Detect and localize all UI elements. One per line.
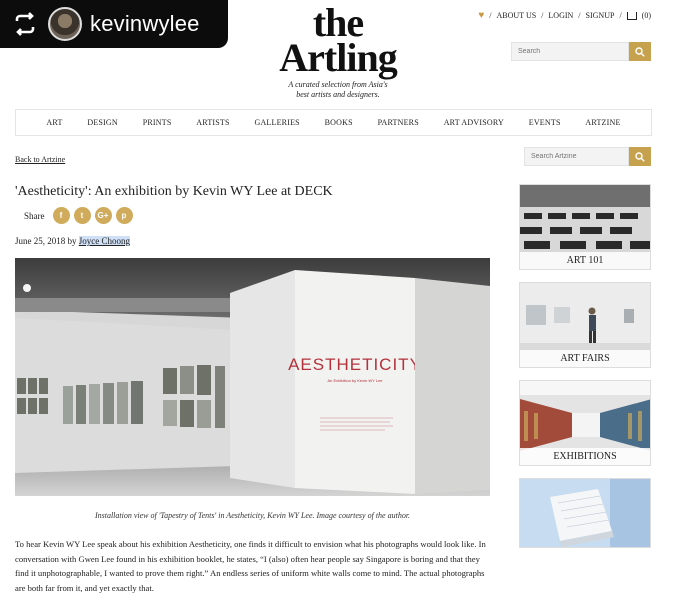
google-plus-icon[interactable]: G+ xyxy=(94,207,112,224)
nav-item-art-advisory[interactable]: ART ADVISORY xyxy=(444,118,504,127)
separator: / xyxy=(489,11,492,20)
nav-item-partners[interactable]: PARTNERS xyxy=(378,118,419,127)
signup-link[interactable]: SIGNUP xyxy=(586,11,615,20)
search-input[interactable] xyxy=(511,42,629,61)
site-logo[interactable]: the Artling A curated selection from Asi… xyxy=(258,3,418,100)
image-caption: Installation view of 'Tapestry of Tents'… xyxy=(94,511,411,520)
artzine-search xyxy=(524,147,651,166)
login-link[interactable]: LOGIN xyxy=(548,11,573,20)
artzine-search-input[interactable] xyxy=(524,147,629,166)
top-links: ♥ / ABOUT US / LOGIN / SIGNUP / (0) xyxy=(478,10,651,21)
repost-icon xyxy=(15,12,35,36)
nav-item-books[interactable]: BOOKS xyxy=(325,118,353,127)
twitter-icon[interactable]: t xyxy=(73,207,91,224)
tile-art-101[interactable]: ART 101 xyxy=(519,184,651,270)
tile-label: EXHIBITIONS xyxy=(520,448,650,465)
search-icon xyxy=(635,46,645,57)
search-icon xyxy=(635,151,645,162)
nav-item-art[interactable]: ART xyxy=(46,118,62,127)
artzine-search-button[interactable] xyxy=(629,147,651,166)
article-body: To hear Kevin WY Lee speak about his exh… xyxy=(15,539,486,593)
tile-label: ART FAIRS xyxy=(520,350,650,367)
separator: / xyxy=(578,11,581,20)
tile-exhibitions[interactable]: EXHIBITIONS xyxy=(519,380,651,466)
nav-item-artists[interactable]: ARTISTS xyxy=(196,118,229,127)
tile-featured[interactable] xyxy=(519,478,651,548)
nav-item-galleries[interactable]: GALLERIES xyxy=(254,118,299,127)
site-search xyxy=(511,42,651,61)
facebook-icon[interactable]: f xyxy=(52,207,70,224)
tile-label: ART 101 xyxy=(520,252,650,269)
nav-item-prints[interactable]: PRINTS xyxy=(143,118,172,127)
paper-sculpture-image xyxy=(520,479,650,547)
article-title: 'Aestheticity': An exhibition by Kevin W… xyxy=(15,184,333,199)
gallery-installation-image: AESTHETICITY An Exhibition by Kevin WY L… xyxy=(15,258,490,496)
exhibition-sign-title: AESTHETICITY xyxy=(288,355,422,374)
pinterest-icon[interactable]: p xyxy=(115,207,133,224)
share-label: Share xyxy=(24,210,45,221)
nav-item-events[interactable]: EVENTS xyxy=(529,118,561,127)
heart-icon[interactable]: ♥ xyxy=(478,10,484,21)
search-button[interactable] xyxy=(629,42,651,61)
separator: / xyxy=(541,11,544,20)
share-bar: Share f t G+ p xyxy=(24,207,133,224)
nav-item-design[interactable]: DESIGN xyxy=(87,118,118,127)
tile-art-fairs[interactable]: ART FAIRS xyxy=(519,282,651,368)
back-to-artzine-link[interactable]: Back to Artzine xyxy=(15,155,65,164)
exhibition-sign-subtitle: An Exhibition by Kevin WY Lee xyxy=(327,378,383,383)
nav-item-artzine[interactable]: ARTZINE xyxy=(585,118,620,127)
repost-banner: kevinwylee xyxy=(0,0,228,48)
repost-username[interactable]: kevinwylee xyxy=(90,11,200,37)
byline: June 25, 2018 by Joyce Choong xyxy=(15,236,130,246)
cart-count[interactable]: (0) xyxy=(642,11,651,20)
avatar[interactable] xyxy=(48,7,82,41)
logo-line-2: Artling xyxy=(279,35,397,80)
main-nav: ART DESIGN PRINTS ARTISTS GALLERIES BOOK… xyxy=(15,109,652,136)
author-link[interactable]: Joyce Choong xyxy=(78,236,130,246)
logo-tagline-1: A curated selection from Asia's xyxy=(288,80,388,89)
publish-date: June 25, 2018 by xyxy=(15,236,77,246)
separator: / xyxy=(619,11,622,20)
article-hero-image: AESTHETICITY An Exhibition by Kevin WY L… xyxy=(15,258,490,496)
logo-tagline-2: best artists and designers. xyxy=(296,90,380,99)
cart-icon[interactable] xyxy=(626,11,637,20)
about-us-link[interactable]: ABOUT US xyxy=(497,11,537,20)
